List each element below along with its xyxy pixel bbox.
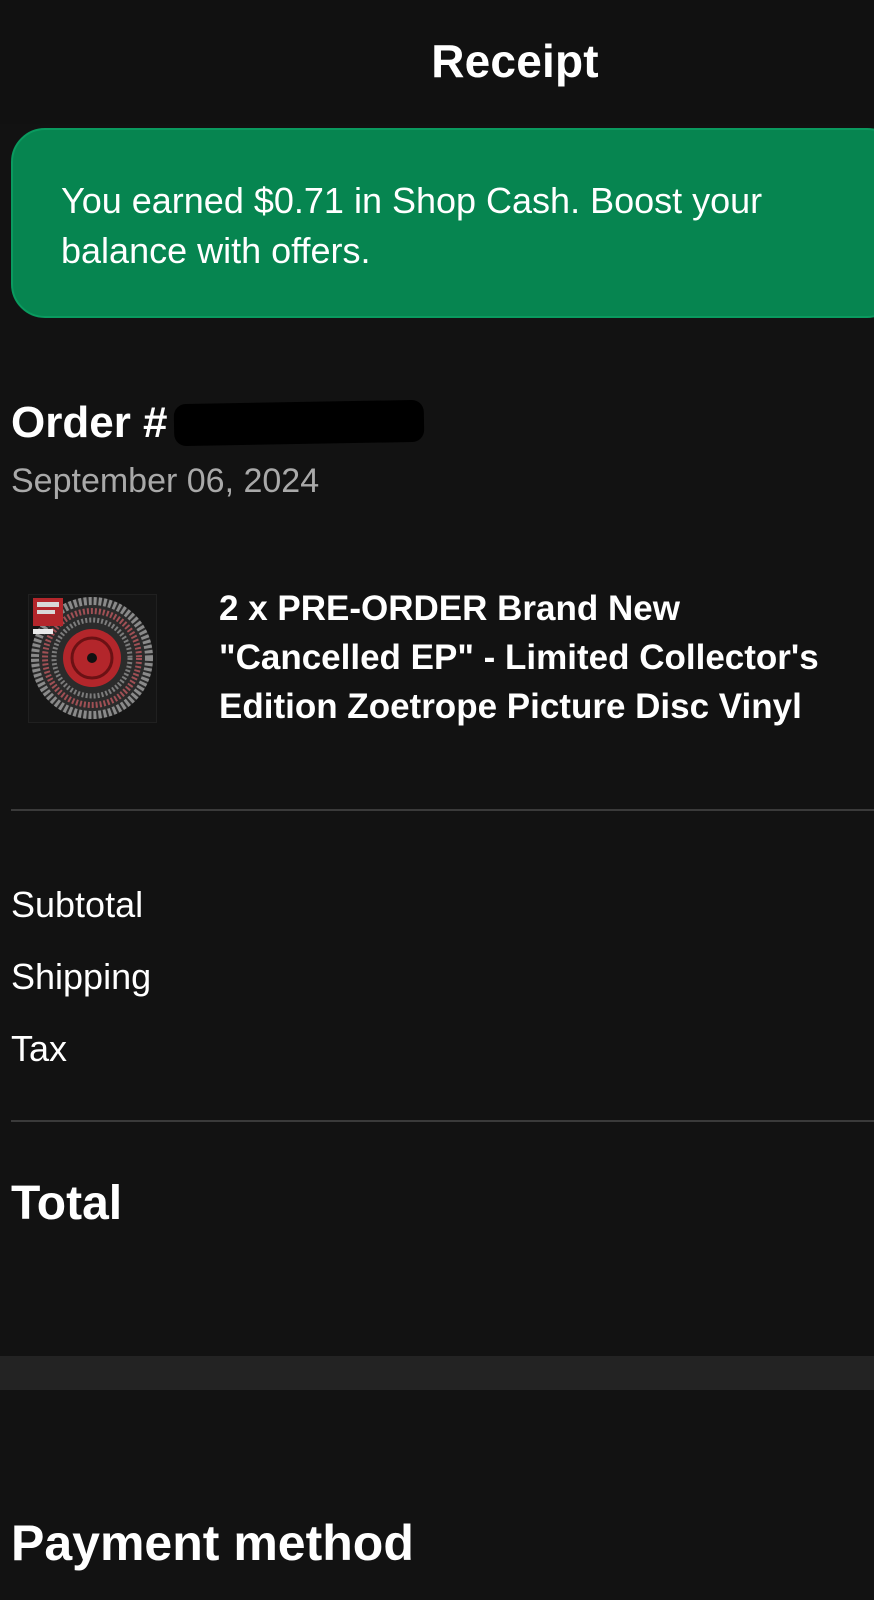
divider bbox=[11, 1120, 874, 1122]
divider bbox=[11, 809, 874, 811]
vinyl-image bbox=[29, 595, 156, 722]
redacted-order-number bbox=[173, 399, 424, 447]
product-title[interactable]: 2 x PRE-ORDER Brand New "Cancelled EP" -… bbox=[219, 584, 859, 731]
order-number-label: Order # bbox=[11, 398, 168, 447]
product-thumbnail[interactable] bbox=[28, 594, 157, 723]
shipping-label: Shipping bbox=[11, 956, 152, 997]
tax-label: Tax bbox=[11, 1028, 68, 1069]
order-number-heading: Order # bbox=[11, 398, 424, 448]
section-separator bbox=[0, 1356, 874, 1390]
shop-cash-message: You earned $0.71 in Shop Cash. Boost you… bbox=[61, 180, 763, 271]
total-label: Total bbox=[11, 1177, 123, 1230]
order-date: September 06, 2024 bbox=[11, 462, 320, 500]
shop-cash-banner[interactable]: You earned $0.71 in Shop Cash. Boost you… bbox=[11, 128, 874, 318]
page-title: Receipt bbox=[431, 35, 599, 87]
payment-method-heading: Payment method bbox=[11, 1515, 414, 1571]
header-bar: Receipt bbox=[0, 0, 874, 124]
subtotal-label: Subtotal bbox=[11, 884, 144, 925]
